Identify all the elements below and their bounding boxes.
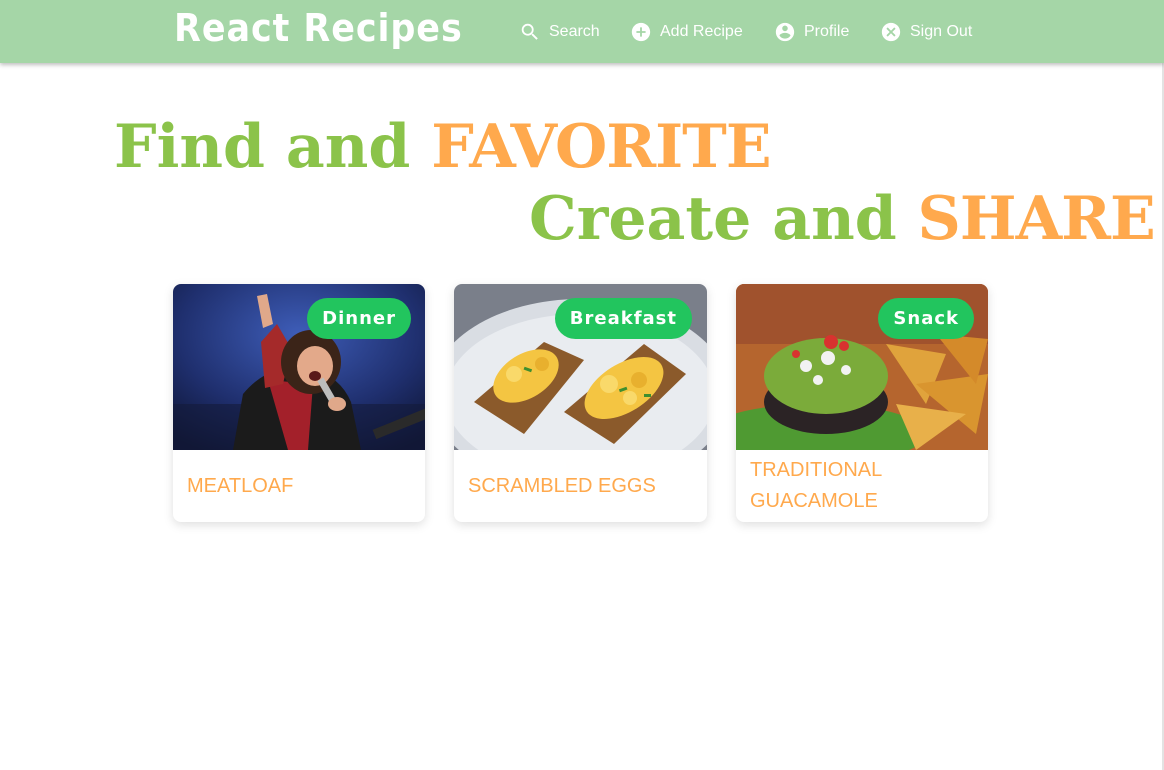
brand-logo[interactable]: React Recipes bbox=[174, 6, 463, 50]
hero-headline-find: Find and FAVORITE bbox=[114, 111, 772, 183]
nav-sign-out-link[interactable]: Sign Out bbox=[880, 19, 972, 45]
recipe-name: SCRAMBLED EGGS bbox=[468, 474, 656, 497]
search-icon bbox=[519, 21, 541, 43]
nav-profile-link[interactable]: Profile bbox=[774, 19, 849, 45]
hero-headline-create: Create and SHARE bbox=[529, 183, 1156, 255]
account-circle-icon bbox=[774, 21, 796, 43]
nav-profile-label: Profile bbox=[804, 23, 850, 40]
navbar: React Recipes Search Add Recipe Profile … bbox=[0, 0, 1164, 63]
hero-share-text: SHARE bbox=[917, 184, 1156, 254]
category-badge[interactable]: Snack bbox=[878, 298, 974, 339]
hero-find-text: Find and bbox=[114, 112, 432, 182]
recipe-name: TRADITIONAL GUACAMOLE bbox=[750, 459, 882, 512]
category-badge[interactable]: Breakfast bbox=[554, 298, 692, 339]
recipe-card-scrambled-eggs[interactable]: Breakfast SCRAMBLED EGGS bbox=[454, 284, 707, 522]
cancel-circle-icon bbox=[880, 21, 902, 43]
nav-sign-out-label: Sign Out bbox=[910, 23, 973, 40]
nav-add-recipe-label: Add Recipe bbox=[660, 23, 743, 40]
recipe-card-traditional-guacamole[interactable]: Snack TRADITIONAL GUACAMOLE bbox=[736, 284, 988, 522]
nav-search-link[interactable]: Search bbox=[519, 19, 600, 45]
hero-favorite-text: FAVORITE bbox=[431, 112, 771, 182]
nav-add-recipe-link[interactable]: Add Recipe bbox=[630, 19, 743, 45]
recipe-name: MEATLOAF bbox=[187, 474, 294, 497]
add-circle-icon bbox=[630, 21, 652, 43]
hero-create-text: Create and bbox=[529, 184, 918, 254]
category-badge[interactable]: Dinner bbox=[307, 298, 411, 339]
recipe-card-meatloaf[interactable]: Dinner MEATLOAF bbox=[173, 284, 425, 522]
nav-search-label: Search bbox=[549, 23, 600, 40]
